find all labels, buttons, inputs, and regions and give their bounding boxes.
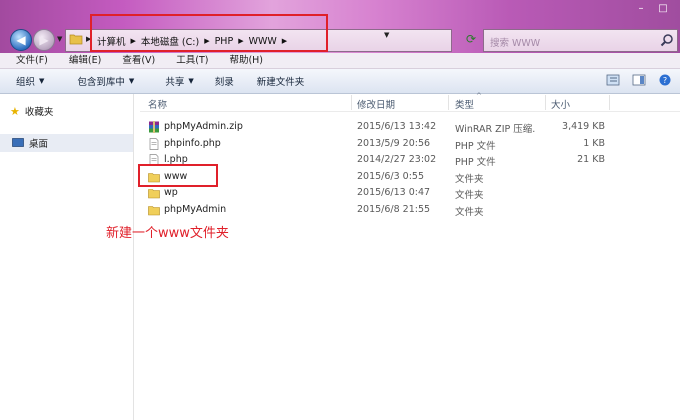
chevron-down-icon: ▼ [188, 77, 194, 85]
view-options-icon[interactable] [606, 74, 620, 86]
column-divider[interactable] [351, 95, 352, 110]
menu-view[interactable]: 查看(V) [108, 53, 162, 68]
file-size: 3,419 KB [562, 121, 605, 132]
column-date[interactable]: 修改日期 [357, 97, 395, 111]
annotation-text: 新建一个www文件夹 [106, 226, 229, 241]
menu-help[interactable]: 帮助(H) [215, 53, 270, 68]
burn-button[interactable]: 刻录 [203, 74, 243, 88]
refresh-icon[interactable]: ⟳ [462, 30, 480, 48]
file-date: 2015/6/13 13:42 [357, 121, 437, 132]
svg-text:?: ? [663, 76, 667, 85]
sidebar-item-desktop[interactable]: 桌面 [0, 134, 133, 152]
sidebar-favorites-label: 收藏夹 [24, 107, 54, 118]
file-type: PHP 文件 [455, 141, 496, 152]
column-name[interactable]: 名称 [148, 97, 167, 111]
file-date: 2013/5/9 20:56 [357, 138, 431, 149]
history-dropdown-icon[interactable]: ▼ [57, 35, 65, 43]
new-folder-button[interactable]: 新建文件夹 [243, 74, 314, 88]
search-box[interactable]: 搜索 WWW [483, 29, 678, 52]
preview-pane-icon[interactable] [632, 74, 646, 86]
file-size: 1 KB [583, 138, 605, 149]
file-row[interactable]: l.php 2014/2/27 23:02 PHP 文件 21 KB [140, 152, 680, 168]
organize-button[interactable]: 组织 ▼ [0, 74, 53, 88]
sidebar-desktop-label: 桌面 [29, 139, 49, 150]
file-row[interactable]: phpMyAdmin.zip 2015/6/13 13:42 WinRAR ZI… [140, 119, 680, 135]
file-row[interactable]: phpMyAdmin 2015/6/8 21:55 文件夹 [140, 202, 680, 218]
forward-button[interactable]: ▶ [33, 29, 55, 51]
menu-edit[interactable]: 编辑(E) [55, 53, 108, 68]
folder-icon [148, 189, 160, 199]
toolbar-right: ? [606, 74, 672, 86]
file-name: wp [164, 187, 178, 198]
share-label: 共享 [165, 77, 185, 88]
include-in-library-button[interactable]: 包含到库中 ▼ [53, 74, 143, 88]
column-divider[interactable] [448, 95, 449, 110]
www-folder-highlight-box [138, 164, 218, 187]
file-row[interactable]: wp 2015/6/13 0:47 文件夹 [140, 185, 680, 201]
menu-bar: 文件(F) 编辑(E) 查看(V) 工具(T) 帮助(H) [0, 53, 680, 69]
help-icon[interactable]: ? [658, 74, 672, 86]
star-icon: ★ [10, 104, 20, 118]
minimize-button[interactable]: – [630, 2, 652, 16]
column-divider[interactable] [609, 95, 610, 110]
address-highlight-box [90, 14, 328, 52]
maximize-button[interactable]: □ [652, 2, 674, 16]
address-dropdown-icon[interactable]: ▼ [384, 31, 389, 39]
menu-tools[interactable]: 工具(T) [162, 53, 215, 68]
winrar-zip-icon [149, 121, 159, 133]
organize-label: 组织 [16, 77, 36, 88]
window-controls: – □ [630, 2, 674, 16]
column-size[interactable]: 大小 [551, 97, 570, 111]
column-header-row: ^ 名称 修改日期 类型 大小 [140, 92, 680, 112]
folder-icon [69, 34, 83, 45]
file-row[interactable]: www 2015/6/3 0:55 文件夹 [140, 169, 680, 185]
file-name: phpMyAdmin.zip [164, 121, 243, 132]
file-type: WinRAR ZIP 压缩... [455, 124, 535, 135]
command-toolbar: 组织 ▼ 包含到库中 ▼ 共享 ▼ 刻录 新建文件夹 ? [0, 69, 680, 94]
menu-file[interactable]: 文件(F) [0, 53, 55, 68]
file-type: 文件夹 [455, 174, 484, 185]
file-type: 文件夹 [455, 207, 484, 218]
chevron-down-icon: ▼ [128, 77, 135, 85]
php-file-icon [149, 138, 159, 150]
file-type: 文件夹 [455, 190, 484, 201]
file-date: 2014/2/27 23:02 [357, 154, 437, 165]
file-date: 2015/6/13 0:47 [357, 187, 431, 198]
desktop-icon [12, 138, 24, 147]
column-type[interactable]: 类型 [455, 97, 474, 111]
file-size: 21 KB [577, 154, 605, 165]
file-row[interactable]: phpinfo.php 2013/5/9 20:56 PHP 文件 1 KB [140, 136, 680, 152]
include-label: 包含到库中 [77, 77, 125, 88]
sidebar-item-favorites[interactable]: ★ 收藏夹 [10, 102, 130, 120]
navigation-pane: ★ 收藏夹 桌面 [0, 94, 134, 420]
file-date: 2015/6/3 0:55 [357, 171, 425, 182]
file-date: 2015/6/8 21:55 [357, 204, 431, 215]
sort-ascending-icon: ^ [476, 92, 482, 100]
folder-icon [148, 206, 160, 216]
file-name: phpinfo.php [164, 138, 221, 149]
share-button[interactable]: 共享 ▼ [143, 74, 202, 88]
file-type: PHP 文件 [455, 157, 496, 168]
search-input[interactable]: 搜索 WWW [490, 35, 540, 49]
forward-arrow-icon: ▶ [39, 33, 49, 47]
back-arrow-icon: ◀ [16, 33, 26, 47]
column-divider[interactable] [545, 95, 546, 110]
chevron-down-icon: ▼ [39, 77, 45, 85]
back-button[interactable]: ◀ [10, 29, 32, 51]
title-bar: – □ ◀ ▶ ▼ ▶ 计算机 ▶ 本地磁盘 (C:) ▶ PHP ▶ WWW … [0, 0, 680, 53]
file-name: phpMyAdmin [164, 204, 227, 215]
search-icon[interactable] [660, 33, 674, 47]
